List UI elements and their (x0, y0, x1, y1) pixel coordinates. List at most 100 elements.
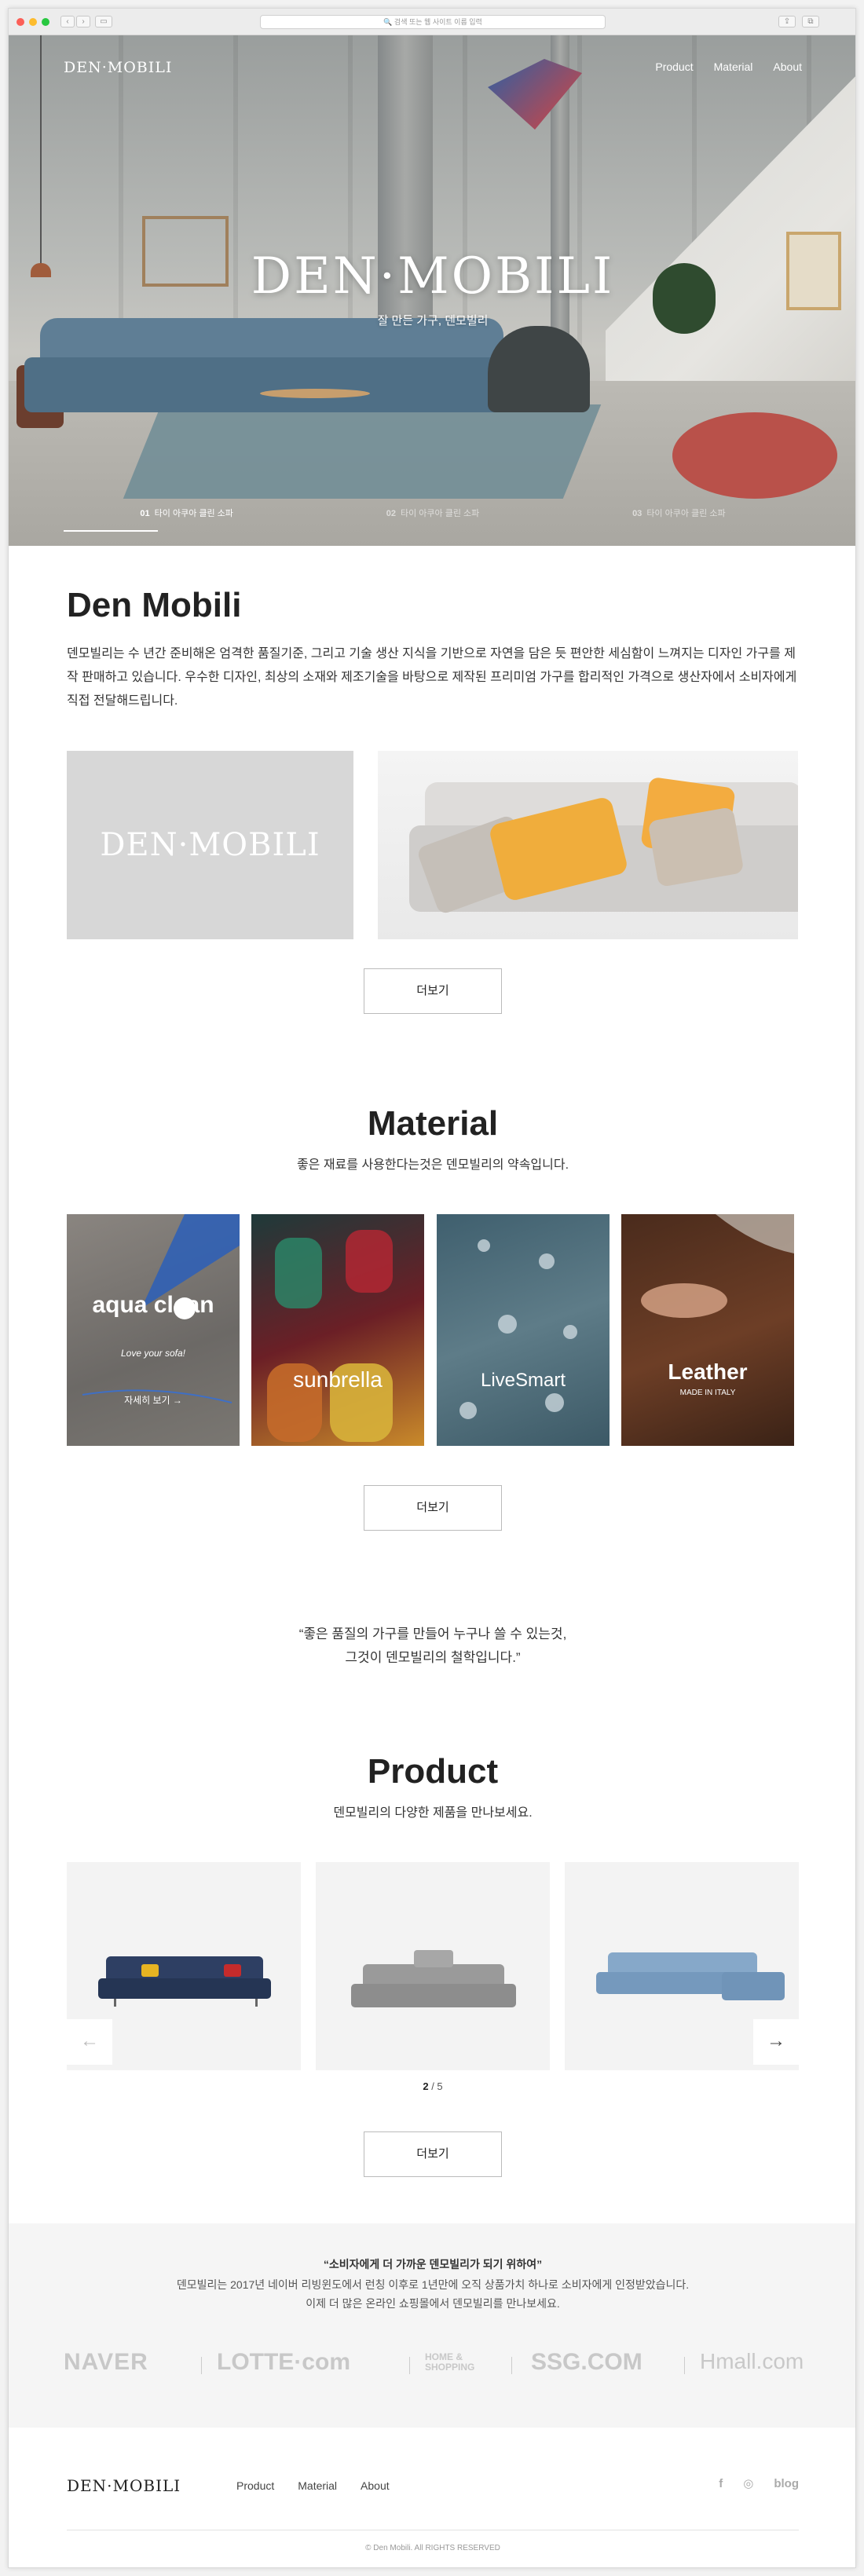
forward-button[interactable]: › (76, 16, 90, 27)
blog-icon[interactable]: blog (774, 2477, 799, 2490)
logo-divider (409, 2357, 410, 2374)
hero-tab-2[interactable]: 02 타이 아쿠아 클린 소파 (309, 507, 555, 519)
livesmart-image (459, 1239, 577, 1419)
product-pager: 2 / 5 (9, 2080, 855, 2092)
material-card-livesmart[interactable]: LiveSmart (437, 1214, 610, 1446)
footer-logo[interactable]: DEN·MOBILI (67, 2476, 181, 2495)
tabs-icon[interactable]: ⧉ (802, 16, 819, 27)
leather-image (641, 1214, 794, 1318)
logo-divider (201, 2357, 202, 2374)
about-sofa-image (378, 751, 798, 939)
partners-section: “소비자에게 더 가까운 덴모빌리가 되기 위하여” 덴모빌리는 2017년 네… (9, 2223, 855, 2428)
hero-tab-label: 타이 아쿠아 클린 소파 (646, 509, 726, 518)
share-icon[interactable]: ⇪ (778, 16, 796, 27)
material-more-button[interactable]: 더보기 (364, 1485, 502, 1531)
hero-tab-number: 03 (632, 509, 643, 518)
about-section: Den Mobili 덴모빌리는 수 년간 준비해온 엄격한 품질기준, 그리고… (67, 586, 797, 713)
nav-product[interactable]: Product (655, 60, 693, 73)
hero-tab-3[interactable]: 03 타이 아쿠아 클린 소파 (556, 507, 802, 519)
footer: DEN·MOBILI Product Material About f ◎ bl… (9, 2428, 855, 2567)
partner-logo-homeshopping[interactable]: HOME & SHOPPING (425, 2352, 488, 2373)
material-tagline: MADE IN ITALY (679, 1389, 736, 1397)
nav-material[interactable]: Material (714, 60, 753, 73)
minimize-window-button[interactable] (29, 18, 37, 26)
hero-rug (123, 404, 602, 499)
hero-lamp-cord (40, 35, 42, 271)
address-bar-text: 검색 또는 웹 사이트 이름 입력 (394, 18, 482, 26)
zoom-window-button[interactable] (42, 18, 49, 26)
nav-about[interactable]: About (773, 60, 802, 73)
material-title: Material (367, 1104, 499, 1143)
facebook-icon[interactable]: f (719, 2477, 723, 2490)
hero-sofa-seat (24, 357, 503, 412)
address-bar[interactable]: 🔍 검색 또는 웹 사이트 이름 입력 (260, 15, 606, 29)
close-window-button[interactable] (16, 18, 24, 26)
partners-headline: “소비자에게 더 가까운 덴모빌리가 되기 위하여” (323, 2258, 543, 2270)
material-detail-link[interactable]: 자세히 보기 → (67, 1393, 240, 1407)
hero-tab-label: 타이 아쿠아 클린 소파 (154, 509, 233, 518)
instagram-icon[interactable]: ◎ (743, 2476, 753, 2490)
header-logo[interactable]: DEN·MOBILI (64, 59, 172, 76)
partner-logo-ssg[interactable]: SSG.COM (531, 2349, 643, 2376)
product-next-arrow[interactable]: → (753, 2019, 799, 2065)
hero-tab-number: 01 (140, 509, 150, 518)
hero-tab-label: 타이 아쿠아 클린 소파 (400, 509, 480, 518)
philosophy-quote: “좋은 품질의 가구를 만들어 누구나 쓸 수 있는것, 그것이 덴모빌리의 철… (9, 1623, 855, 1670)
hero-pouf (672, 412, 837, 499)
browser-toolbar: ‹ › ▭ 🔍 검색 또는 웹 사이트 이름 입력 ⇪ ⧉ (9, 9, 855, 35)
hero-title: DEN·MOBILI (251, 247, 615, 306)
about-logo-image: DEN·MOBILI (67, 751, 353, 939)
product-title: Product (367, 1752, 499, 1791)
partner-logo-lotte[interactable]: LOTTE·com (217, 2349, 350, 2376)
material-card-aqua-clean[interactable]: aqua clean Love your sofa! 자세히 보기 → (67, 1214, 240, 1446)
quote-line-1: “좋은 품질의 가구를 만들어 누구나 쓸 수 있는것, (298, 1626, 567, 1641)
pager-current: 2 (423, 2080, 429, 2092)
material-name: aqua clean (92, 1292, 214, 1318)
partners-description: 덴모빌리는 2017년 네이버 리빙윈도에서 런칭 이후로 1년만에 오직 상품… (9, 2275, 855, 2313)
hero-tab-indicator (64, 530, 158, 532)
product-prev-arrow[interactable]: ← (67, 2019, 112, 2065)
footer-nav-product[interactable]: Product (236, 2479, 274, 2492)
hero-banner: DEN·MOBILI Product Material About DEN·MO… (9, 35, 855, 546)
sidebar-icon[interactable]: ▭ (95, 16, 112, 27)
about-title: Den Mobili (67, 586, 242, 624)
partners-line-1: 덴모빌리는 2017년 네이버 리빙윈도에서 런칭 이후로 1년만에 오직 상품… (176, 2278, 690, 2291)
footer-social: f ◎ blog (719, 2476, 799, 2491)
footer-copyright: © Den Mobili. All RIGHTS RESERVED (365, 2544, 500, 2552)
back-button[interactable]: ‹ (60, 16, 75, 27)
material-subtitle: 좋은 재료를 사용한다는것은 덴모빌리의 약속입니다. (296, 1158, 569, 1172)
material-name: LiveSmart (480, 1370, 566, 1391)
material-card-leather[interactable]: Leather MADE IN ITALY (621, 1214, 794, 1446)
header-nav: Product Material About (655, 60, 802, 73)
logo-divider (511, 2357, 512, 2374)
aqua-clean-image (82, 1214, 240, 1403)
hero-tab-1[interactable]: 01 타이 아쿠아 클린 소파 (64, 507, 309, 519)
product-subtitle: 덴모빌리의 다양한 제품을 만나보세요. (333, 1806, 533, 1820)
material-name: Leather (668, 1359, 748, 1384)
about-text: 덴모빌리는 수 년간 준비해온 엄격한 품질기준, 그리고 기술 생산 지식을 … (67, 647, 797, 708)
product-image-gray-sofa (351, 1950, 516, 2007)
about-more-button[interactable]: 더보기 (364, 968, 502, 1014)
hero-chair (488, 326, 590, 412)
footer-nav-material[interactable]: Material (298, 2479, 337, 2492)
pager-total: / 5 (431, 2080, 443, 2092)
product-more-button[interactable]: 더보기 (364, 2131, 502, 2177)
partner-logo-hmall[interactable]: Hmall.com (700, 2349, 804, 2374)
material-name: sunbrella (293, 1367, 383, 1392)
partner-logos: NAVER LOTTE·com HOME & SHOPPING SSG.COM … (9, 2349, 855, 2380)
partners-line-2: 이제 더 많은 온라인 쇼핑몰에서 덴모빌리를 만나보세요. (306, 2297, 560, 2310)
product-card-2[interactable] (316, 1862, 550, 2070)
logo-divider (684, 2357, 685, 2374)
footer-nav-about[interactable]: About (361, 2479, 390, 2492)
material-card-sunbrella[interactable]: sunbrella (251, 1214, 424, 1446)
footer-nav: Product Material About (236, 2479, 390, 2492)
quote-line-2: 그것이 덴모빌리의 철학입니다.” (345, 1650, 521, 1665)
browser-window: ‹ › ▭ 🔍 검색 또는 웹 사이트 이름 입력 ⇪ ⧉ DEN·MOBILI… (8, 8, 856, 2568)
sunbrella-image (267, 1230, 393, 1442)
hero-tab-number: 02 (386, 509, 396, 518)
partner-logo-naver[interactable]: NAVER (64, 2349, 148, 2376)
material-tagline: Love your sofa! (120, 1348, 186, 1359)
hero-coffee-table (260, 389, 370, 398)
hero-slide-tabs: 01 타이 아쿠아 클린 소파 02 타이 아쿠아 클린 소파 03 타이 아쿠아 클… (64, 507, 802, 519)
hero-subtitle: 잘 만든 가구, 덴모빌리 (377, 314, 489, 327)
